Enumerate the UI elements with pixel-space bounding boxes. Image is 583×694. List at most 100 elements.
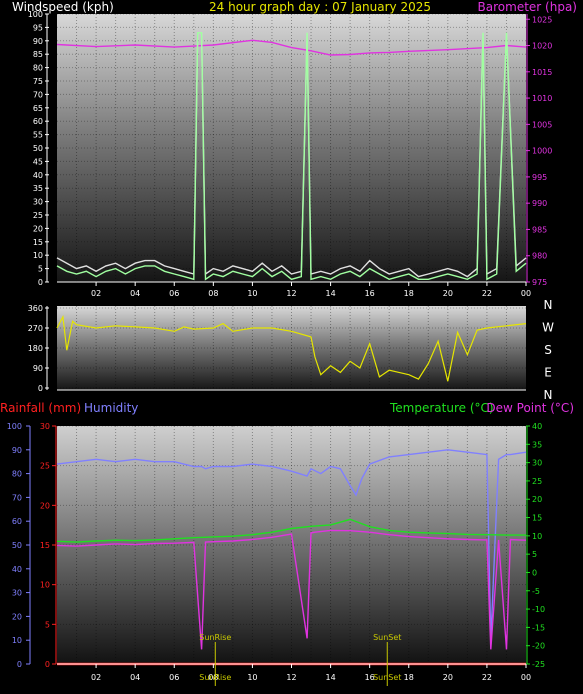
direction-tick-label: 360 <box>28 304 43 313</box>
windspeed-tick-label: 80 <box>33 64 43 73</box>
rainfall-tick-label: 0 <box>45 660 50 669</box>
weather-graph: 100 95 90 85 80 75 70 65 60 55 50 45 40 35 30 25 20 15 10 5… <box>0 0 583 694</box>
windspeed-tick-label: 25 <box>33 211 43 220</box>
temperature-tick-label: 15 <box>532 514 542 523</box>
hour-tick-label: 10 <box>247 289 257 298</box>
windspeed-tick-label: 55 <box>33 131 43 140</box>
barometer-tick-label: 1015 <box>532 68 552 77</box>
humidity-tick-label: 100 <box>7 422 22 431</box>
temperature-tick-label: -5 <box>532 587 540 596</box>
direction-tick-label: 0 <box>38 384 43 393</box>
humidity-axis-title: Humidity <box>84 401 138 415</box>
hour-tick-label: 04 <box>130 289 140 298</box>
windspeed-tick-label: 70 <box>33 90 43 99</box>
windspeed-tick-label: 40 <box>33 171 43 180</box>
sunrise-axis-label: SunRise <box>199 673 231 682</box>
windspeed-tick-label: 60 <box>33 117 43 126</box>
hour-tick-label: 12 <box>286 289 296 298</box>
hour-tick-label: 02 <box>91 673 101 682</box>
barometer-tick-label: 980 <box>532 252 547 261</box>
barometer-tick-label: 975 <box>532 278 547 287</box>
hour-tick-label: 02 <box>91 289 101 298</box>
humidity-tick-label: 20 <box>12 612 22 621</box>
humidity-tick-label: 40 <box>12 565 22 574</box>
sunset-axis-label: SunSet <box>373 673 401 682</box>
windspeed-tick-label: 50 <box>33 144 43 153</box>
compass-label: S <box>544 343 552 357</box>
windspeed-tick-label: 15 <box>33 238 43 247</box>
barometer-axis-title: Barometer (hpa) <box>478 0 577 14</box>
windspeed-tick-label: 30 <box>33 198 43 207</box>
rainfall-tick-label: 5 <box>45 620 50 629</box>
temperature-tick-label: 10 <box>532 532 542 541</box>
compass-label: W <box>542 321 554 335</box>
temperature-tick-label: 0 <box>532 568 537 577</box>
compass-label: E <box>544 366 552 380</box>
windspeed-tick-label: 5 <box>38 265 43 274</box>
rainfall-tick-label: 15 <box>40 541 50 550</box>
humidity-tick-label: 90 <box>12 446 22 455</box>
barometer-tick-label: 995 <box>532 173 547 182</box>
compass-label: N <box>544 298 553 312</box>
hour-tick-label: 14 <box>325 673 335 682</box>
temperature-tick-label: -10 <box>532 605 545 614</box>
hour-tick-label: 12 <box>286 673 296 682</box>
humidity-tick-label: 60 <box>12 517 22 526</box>
hour-tick-label: 20 <box>443 289 453 298</box>
hour-tick-label: 20 <box>443 673 453 682</box>
hour-tick-label: 18 <box>404 289 414 298</box>
temperature-tick-label: 5 <box>532 550 537 559</box>
temperature-tick-label: -25 <box>532 660 545 669</box>
barometer-tick-label: 1000 <box>532 147 552 156</box>
barometer-tick-label: 1010 <box>532 94 552 103</box>
temperature-tick-label: -20 <box>532 642 545 651</box>
rainfall-tick-label: 30 <box>40 422 50 431</box>
hour-tick-label: 06 <box>169 673 179 682</box>
dewpoint-axis-title: Dew Point (°C) <box>486 401 574 415</box>
hour-tick-label: 06 <box>169 289 179 298</box>
humidity-tick-label: 80 <box>12 470 22 479</box>
rainfall-tick-label: 25 <box>40 462 50 471</box>
hour-tick-label: 10 <box>247 673 257 682</box>
temperature-tick-label: 30 <box>532 459 542 468</box>
direction-tick-label: 90 <box>33 364 43 373</box>
windspeed-tick-label: 35 <box>33 184 43 193</box>
hour-tick-label: 22 <box>482 673 492 682</box>
sunset-label: SunSet <box>373 633 401 642</box>
hour-tick-label: 08 <box>208 289 218 298</box>
chart-title: 24 hour graph day : 07 January 2025 <box>209 0 431 14</box>
humidity-tick-label: 30 <box>12 589 22 598</box>
barometer-tick-label: 1025 <box>532 15 552 24</box>
weather-graph-svg: 1009590858075706560555045403530252015105… <box>0 0 577 686</box>
windspeed-tick-label: 0 <box>38 278 43 287</box>
temperature-tick-label: -15 <box>532 623 545 632</box>
windspeed-tick-label: 45 <box>33 157 43 166</box>
compass-label: N <box>544 388 553 402</box>
windspeed-tick-label: 75 <box>33 77 43 86</box>
hour-tick-label: 14 <box>325 289 335 298</box>
direction-tick-label: 180 <box>28 344 43 353</box>
temperature-tick-label: 25 <box>532 477 542 486</box>
sunrise-label: SunRise <box>199 633 231 642</box>
hour-tick-label: 16 <box>365 289 375 298</box>
rainfall-tick-label: 10 <box>40 581 50 590</box>
barometer-tick-label: 985 <box>532 225 547 234</box>
humidity-tick-label: 10 <box>12 636 22 645</box>
rainfall-tick-label: 20 <box>40 501 50 510</box>
windspeed-axis-title: Windspeed (kph) <box>12 0 114 14</box>
temperature-tick-label: 20 <box>532 495 542 504</box>
windspeed-tick-label: 95 <box>33 23 43 32</box>
humidity-tick-label: 70 <box>12 493 22 502</box>
windspeed-tick-label: 65 <box>33 104 43 113</box>
windspeed-tick-label: 20 <box>33 224 43 233</box>
humidity-tick-label: 0 <box>17 660 22 669</box>
temperature-tick-label: 35 <box>532 440 542 449</box>
windspeed-tick-label: 85 <box>33 50 43 59</box>
hour-tick-label: 00 <box>521 673 531 682</box>
windspeed-tick-label: 90 <box>33 37 43 46</box>
rainfall-axis-title: Rainfall (mm) <box>0 401 81 415</box>
windspeed-tick-label: 10 <box>33 251 43 260</box>
barometer-tick-label: 990 <box>532 199 547 208</box>
hour-tick-label: 04 <box>130 673 140 682</box>
hour-tick-label: 00 <box>521 289 531 298</box>
